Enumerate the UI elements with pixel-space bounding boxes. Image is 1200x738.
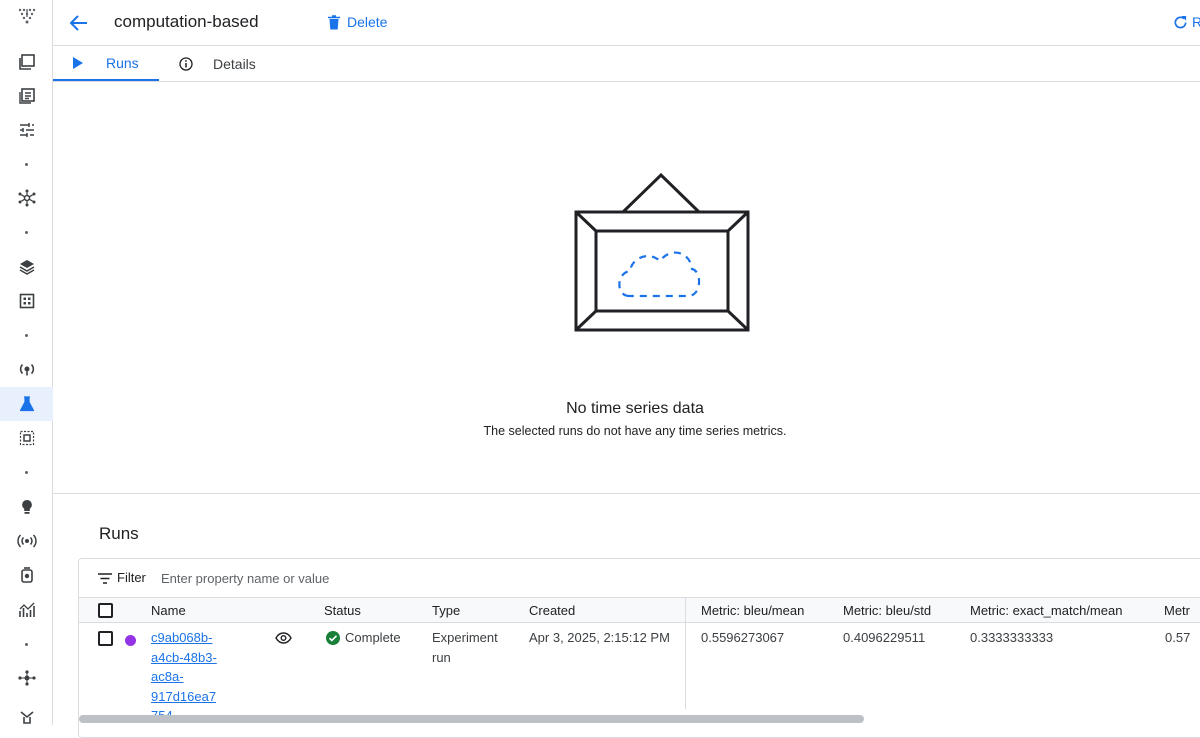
run-type: Experiment run — [432, 628, 498, 667]
layers-icon[interactable] — [0, 250, 53, 284]
vertex-logo-icon[interactable] — [0, 0, 53, 34]
run-name-line: a4cb-48b3- — [151, 649, 217, 665]
column-header-name[interactable]: Name — [151, 603, 186, 618]
eye-icon[interactable] — [275, 632, 292, 644]
tune-icon[interactable] — [0, 113, 53, 147]
section-divider — [53, 493, 1200, 494]
focus-icon[interactable] — [0, 421, 53, 455]
run-type-line: run — [432, 649, 451, 665]
hub-icon[interactable] — [0, 181, 53, 215]
column-header-exact-match-mean[interactable]: Metric: exact_match/mean — [970, 603, 1122, 618]
lightbulb-icon[interactable] — [0, 490, 53, 524]
trash-icon — [328, 14, 340, 29]
filter-label: Filter — [117, 570, 146, 585]
column-header-created[interactable]: Created — [529, 603, 575, 618]
run-name-line: c9ab068b- — [151, 630, 213, 645]
column-header-bleu-mean[interactable]: Metric: bleu/mean — [701, 603, 804, 618]
nav-rail — [0, 0, 53, 725]
empty-frame-illustration — [574, 173, 750, 332]
analytics-icon[interactable] — [0, 593, 53, 627]
filter-input[interactable] — [161, 567, 661, 589]
rail-separator-dot — [0, 627, 53, 661]
column-separator — [685, 597, 686, 709]
select-all-checkbox[interactable] — [98, 603, 113, 618]
info-icon — [179, 56, 193, 71]
refresh-icon — [1174, 15, 1187, 28]
run-name-link[interactable]: c9ab068b- a4cb-48b3- ac8a- 917d16ea7754 — [151, 628, 221, 726]
run-type-line: Experiment — [432, 630, 498, 645]
rail-separator-dot — [0, 455, 53, 489]
notebook-icon[interactable] — [0, 79, 53, 113]
tab-details[interactable]: Details — [179, 46, 256, 81]
run-color-swatch — [125, 635, 136, 646]
run-status: Complete — [326, 628, 401, 648]
run-name-line: ac8a- — [151, 669, 184, 684]
runs-table-card: Filter Name Status Type Created Metric: … — [78, 558, 1200, 738]
rail-separator-dot — [0, 147, 53, 181]
check-circle-icon — [326, 630, 340, 645]
empty-state-subtitle: The selected runs do not have any time s… — [483, 424, 787, 438]
rail-separator-dot — [0, 318, 53, 352]
run-created: Apr 3, 2025, 2:15:12 PM — [529, 630, 670, 645]
page-title: computation-based — [114, 12, 259, 31]
column-header-type[interactable]: Type — [432, 603, 460, 618]
rail-separator-dot — [0, 215, 53, 249]
grid-icon[interactable] — [0, 284, 53, 318]
runs-section-title: Runs — [99, 524, 139, 543]
metric-next-value: 0.57 — [1165, 630, 1191, 645]
filter-icon — [98, 573, 112, 584]
time-series-panel: No time series data The selected runs do… — [53, 82, 1200, 494]
run-status-label: Complete — [345, 630, 401, 645]
horizontal-scrollbar[interactable] — [79, 715, 864, 723]
tab-bar: Runs Details — [53, 46, 1200, 82]
experiments-icon[interactable] — [0, 387, 53, 421]
table-header: Name Status Type Created Metric: bleu/me… — [79, 597, 1200, 623]
tab-runs[interactable]: Runs — [53, 46, 159, 81]
refresh-label: R — [1192, 14, 1200, 30]
tab-details-label: Details — [213, 55, 256, 72]
broadcast-icon[interactable] — [0, 524, 53, 558]
empty-state-title: No time series data — [566, 400, 704, 417]
back-arrow-icon[interactable] — [67, 11, 91, 35]
refresh-button[interactable]: R — [1173, 14, 1200, 30]
play-icon — [73, 56, 83, 69]
deploy-icon[interactable] — [0, 352, 53, 386]
metric-bleu-mean-value: 0.5596273067 — [701, 630, 785, 645]
dashboard-icon[interactable] — [0, 45, 53, 79]
row-checkbox[interactable] — [98, 631, 113, 646]
tab-runs-label: Runs — [106, 54, 139, 71]
column-header-bleu-std[interactable]: Metric: bleu/std — [843, 603, 931, 618]
delete-label: Delete — [347, 14, 388, 30]
monitor-icon[interactable] — [0, 558, 53, 592]
filter-bar: Filter — [79, 559, 1200, 599]
metric-exact-match-mean-value: 0.3333333333 — [970, 630, 1054, 645]
page-header: computation-based Delete R — [53, 0, 1200, 46]
lab-icon[interactable] — [0, 701, 53, 735]
metric-bleu-std-value: 0.4096229511 — [843, 630, 926, 645]
pipeline-icon[interactable] — [0, 661, 53, 695]
delete-button[interactable]: Delete — [327, 14, 387, 30]
column-header-status[interactable]: Status — [324, 603, 361, 618]
column-header-next-metric[interactable]: Metr — [1164, 603, 1190, 618]
